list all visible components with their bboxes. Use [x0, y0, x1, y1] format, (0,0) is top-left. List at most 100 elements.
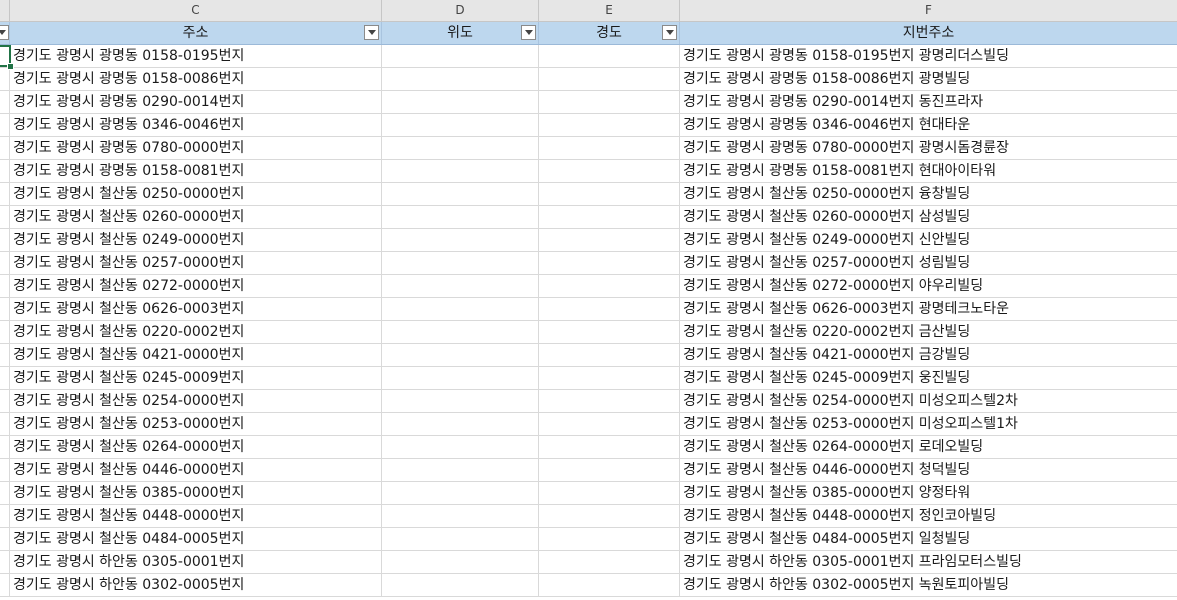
cell-b-partial[interactable] — [0, 183, 10, 206]
header-cell-lot-address[interactable]: 지번주소 — [680, 22, 1177, 44]
cell-address[interactable]: 경기도 광명시 철산동 0260-0000번지 — [10, 206, 382, 229]
cell-b-partial[interactable] — [0, 206, 10, 229]
cell-b-partial[interactable] — [0, 367, 10, 390]
cell-latitude[interactable] — [382, 413, 539, 436]
cell-longitude[interactable] — [539, 482, 680, 505]
cell-address[interactable]: 경기도 광명시 광명동 0780-0000번지 — [10, 137, 382, 160]
cell-address[interactable]: 경기도 광명시 하안동 0302-0005번지 — [10, 574, 382, 597]
cell-latitude[interactable] — [382, 390, 539, 413]
cell-b-partial[interactable] — [0, 68, 10, 91]
header-cell-b-partial[interactable] — [0, 22, 10, 44]
cell-b-partial[interactable] — [0, 482, 10, 505]
header-cell-longitude[interactable]: 경도 — [539, 22, 680, 44]
cell-b-partial[interactable] — [0, 114, 10, 137]
cell-longitude[interactable] — [539, 528, 680, 551]
cell-lot-address[interactable]: 경기도 광명시 철산동 0245-0009번지 웅진빌딩 — [680, 367, 1177, 390]
cell-longitude[interactable] — [539, 551, 680, 574]
cell-longitude[interactable] — [539, 68, 680, 91]
cell-b-partial[interactable] — [0, 528, 10, 551]
cell-address[interactable]: 경기도 광명시 광명동 0158-0086번지 — [10, 68, 382, 91]
cell-latitude[interactable] — [382, 482, 539, 505]
cell-longitude[interactable] — [539, 114, 680, 137]
cell-b-partial[interactable] — [0, 160, 10, 183]
cell-address[interactable]: 경기도 광명시 철산동 0254-0000번지 — [10, 390, 382, 413]
cell-longitude[interactable] — [539, 574, 680, 597]
cell-latitude[interactable] — [382, 229, 539, 252]
cell-address[interactable]: 경기도 광명시 광명동 0158-0195번지 — [10, 45, 382, 68]
header-cell-latitude[interactable]: 위도 — [382, 22, 539, 44]
cell-longitude[interactable] — [539, 137, 680, 160]
cell-longitude[interactable] — [539, 275, 680, 298]
cell-lot-address[interactable]: 경기도 광명시 철산동 0257-0000번지 성림빌딩 — [680, 252, 1177, 275]
cell-longitude[interactable] — [539, 367, 680, 390]
cell-latitude[interactable] — [382, 436, 539, 459]
cell-latitude[interactable] — [382, 206, 539, 229]
cell-longitude[interactable] — [539, 436, 680, 459]
cell-longitude[interactable] — [539, 252, 680, 275]
fill-handle[interactable] — [7, 63, 14, 70]
cell-address[interactable]: 경기도 광명시 철산동 0264-0000번지 — [10, 436, 382, 459]
cell-lot-address[interactable]: 경기도 광명시 광명동 0158-0195번지 광명리더스빌딩 — [680, 45, 1177, 68]
cell-longitude[interactable] — [539, 459, 680, 482]
cell-lot-address[interactable]: 경기도 광명시 철산동 0421-0000번지 금강빌딩 — [680, 344, 1177, 367]
column-header-f[interactable]: F — [680, 0, 1177, 21]
cell-b-partial[interactable] — [0, 459, 10, 482]
cell-address[interactable]: 경기도 광명시 철산동 0253-0000번지 — [10, 413, 382, 436]
cell-lot-address[interactable]: 경기도 광명시 철산동 0448-0000번지 정인코아빌딩 — [680, 505, 1177, 528]
cell-longitude[interactable] — [539, 160, 680, 183]
cell-latitude[interactable] — [382, 505, 539, 528]
header-cell-address[interactable]: 주소 — [10, 22, 382, 44]
cell-lot-address[interactable]: 경기도 광명시 철산동 0446-0000번지 청덕빌딩 — [680, 459, 1177, 482]
cell-longitude[interactable] — [539, 183, 680, 206]
cell-b-partial[interactable] — [0, 344, 10, 367]
cell-lot-address[interactable]: 경기도 광명시 철산동 0272-0000번지 야우리빌딩 — [680, 275, 1177, 298]
cell-address[interactable]: 경기도 광명시 철산동 0484-0005번지 — [10, 528, 382, 551]
cell-address[interactable]: 경기도 광명시 광명동 0158-0081번지 — [10, 160, 382, 183]
cell-longitude[interactable] — [539, 505, 680, 528]
cell-address[interactable]: 경기도 광명시 철산동 0448-0000번지 — [10, 505, 382, 528]
cell-longitude[interactable] — [539, 413, 680, 436]
cell-lot-address[interactable]: 경기도 광명시 철산동 0484-0005번지 일청빌딩 — [680, 528, 1177, 551]
cell-address[interactable]: 경기도 광명시 철산동 0385-0000번지 — [10, 482, 382, 505]
cell-lot-address[interactable]: 경기도 광명시 철산동 0626-0003번지 광명테크노타운 — [680, 298, 1177, 321]
cell-longitude[interactable] — [539, 206, 680, 229]
cell-lot-address[interactable]: 경기도 광명시 광명동 0290-0014번지 동진프라자 — [680, 91, 1177, 114]
cell-latitude[interactable] — [382, 91, 539, 114]
cell-lot-address[interactable]: 경기도 광명시 하안동 0302-0005번지 녹원토피아빌딩 — [680, 574, 1177, 597]
column-header-e[interactable]: E — [539, 0, 680, 21]
cell-address[interactable]: 경기도 광명시 철산동 0257-0000번지 — [10, 252, 382, 275]
cell-address[interactable]: 경기도 광명시 철산동 0446-0000번지 — [10, 459, 382, 482]
cell-address[interactable]: 경기도 광명시 철산동 0272-0000번지 — [10, 275, 382, 298]
filter-dropdown-icon[interactable] — [364, 25, 379, 40]
cell-latitude[interactable] — [382, 252, 539, 275]
cell-latitude[interactable] — [382, 344, 539, 367]
filter-dropdown-icon[interactable] — [662, 25, 677, 40]
cell-longitude[interactable] — [539, 390, 680, 413]
cell-b-partial[interactable] — [0, 229, 10, 252]
cell-lot-address[interactable]: 경기도 광명시 철산동 0220-0002번지 금산빌딩 — [680, 321, 1177, 344]
cell-latitude[interactable] — [382, 45, 539, 68]
filter-dropdown-icon[interactable] — [521, 25, 536, 40]
cell-longitude[interactable] — [539, 321, 680, 344]
column-header-b-partial[interactable] — [0, 0, 10, 21]
cell-lot-address[interactable]: 경기도 광명시 광명동 0346-0046번지 현대타운 — [680, 114, 1177, 137]
cell-address[interactable]: 경기도 광명시 하안동 0305-0001번지 — [10, 551, 382, 574]
cell-b-partial[interactable] — [0, 574, 10, 597]
cell-b-partial[interactable] — [0, 137, 10, 160]
cell-latitude[interactable] — [382, 459, 539, 482]
cell-latitude[interactable] — [382, 137, 539, 160]
cell-longitude[interactable] — [539, 344, 680, 367]
cell-latitude[interactable] — [382, 551, 539, 574]
cell-address[interactable]: 경기도 광명시 철산동 0249-0000번지 — [10, 229, 382, 252]
cell-b-partial[interactable] — [0, 321, 10, 344]
cell-b-partial[interactable] — [0, 298, 10, 321]
cell-longitude[interactable] — [539, 298, 680, 321]
cell-lot-address[interactable]: 경기도 광명시 광명동 0158-0081번지 현대아이타워 — [680, 160, 1177, 183]
cell-b-partial[interactable] — [0, 505, 10, 528]
cell-address[interactable]: 경기도 광명시 철산동 0245-0009번지 — [10, 367, 382, 390]
cell-b-partial[interactable] — [0, 390, 10, 413]
column-header-c[interactable]: C — [10, 0, 382, 21]
cell-address[interactable]: 경기도 광명시 광명동 0346-0046번지 — [10, 114, 382, 137]
filter-dropdown-icon[interactable] — [0, 25, 9, 40]
cell-latitude[interactable] — [382, 321, 539, 344]
